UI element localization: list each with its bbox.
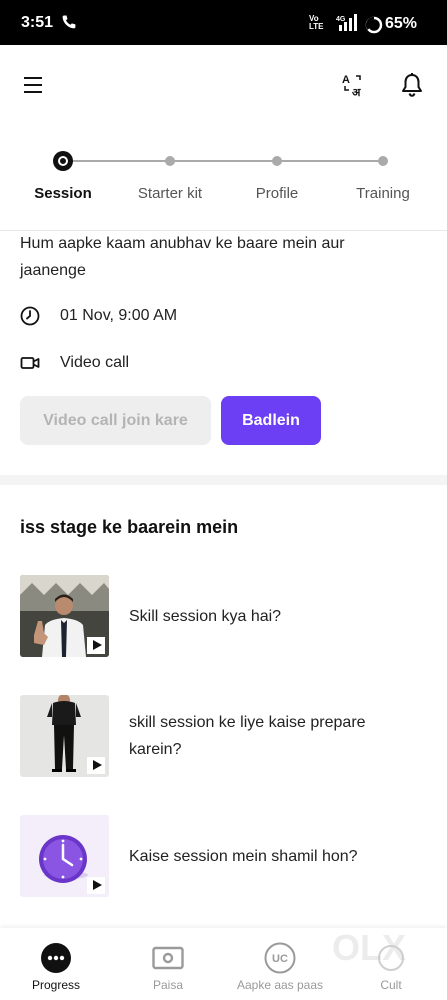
video-item-prepare[interactable]: skill session ke liye kaise prepare kare… xyxy=(20,695,430,777)
video-title: Skill session kya hai? xyxy=(129,608,282,625)
step-dot-profile xyxy=(272,156,282,166)
video-title: skill session ke liye kaise prepare kare… xyxy=(129,714,366,758)
battery-percent: 65% xyxy=(385,15,418,32)
paisa-icon xyxy=(152,946,184,970)
nav-label-cult: Cult xyxy=(380,978,402,992)
video-camera-icon xyxy=(20,357,40,369)
olx-watermark: OLX xyxy=(332,928,406,968)
video-thumbnail xyxy=(20,815,109,897)
svg-text:UC: UC xyxy=(272,953,288,965)
svg-text:अ: अ xyxy=(352,86,361,98)
nav-label-progress: Progress xyxy=(31,978,81,992)
play-icon xyxy=(87,877,105,894)
video-item-skill-session[interactable]: Skill session kya hai? xyxy=(20,575,430,657)
status-time: 3:51 xyxy=(21,14,54,31)
network-type-label: 4G xyxy=(336,16,346,23)
bell-icon[interactable] xyxy=(400,72,424,98)
step-dot-training xyxy=(378,156,388,166)
step-label-starter-kit[interactable]: Starter kit xyxy=(115,185,225,202)
clock-icon xyxy=(20,306,40,326)
video-call-join-button[interactable]: Video call join kare xyxy=(20,396,211,445)
signal-icon: 4G xyxy=(336,14,357,31)
step-dot-starter-kit xyxy=(165,156,175,166)
nav-item-paisa[interactable]: Paisa xyxy=(112,928,224,1000)
step-label-profile[interactable]: Profile xyxy=(222,185,332,202)
svg-text:A: A xyxy=(342,74,350,86)
session-call-type: Video call xyxy=(60,354,130,371)
session-description: Hum aapke kaam anubhav ke baare mein aur… xyxy=(20,235,345,279)
video-item-join-session[interactable]: Kaise session mein shamil hon? xyxy=(20,815,430,897)
step-label-session[interactable]: Session xyxy=(8,185,118,202)
volte-indicator: Vo LTE xyxy=(309,14,324,31)
translate-icon[interactable]: A अ xyxy=(341,72,365,98)
status-bar: 3:51 Vo LTE 4G 65% xyxy=(0,0,447,45)
svg-text:OLX: OLX xyxy=(332,928,406,968)
section-title: iss stage ke baarein mein xyxy=(20,517,239,537)
session-datetime: 01 Nov, 9:00 AM xyxy=(60,307,178,324)
nav-label-aapke-aas-paas: Aapke aas paas xyxy=(236,978,324,992)
hamburger-icon[interactable] xyxy=(24,77,42,93)
progress-icon xyxy=(41,943,71,973)
video-thumbnail xyxy=(20,575,109,657)
stepper-track xyxy=(63,160,383,162)
nav-label-paisa: Paisa xyxy=(152,978,184,992)
video-thumbnail xyxy=(20,695,109,777)
change-session-button[interactable]: Badlein xyxy=(221,396,321,445)
video-title: Kaise session mein shamil hon? xyxy=(129,848,358,865)
step-dot-session xyxy=(53,151,73,171)
section-divider xyxy=(0,475,447,485)
nav-item-aapke-aas-paas[interactable]: UC Aapke aas paas xyxy=(224,928,336,1000)
uc-icon: UC xyxy=(264,942,296,974)
nav-item-progress[interactable]: Progress xyxy=(0,928,112,1000)
play-icon xyxy=(87,757,105,774)
battery-ring-icon xyxy=(365,16,383,34)
step-label-training[interactable]: Training xyxy=(328,185,438,202)
phone-call-icon xyxy=(62,15,76,29)
play-icon xyxy=(87,637,105,654)
